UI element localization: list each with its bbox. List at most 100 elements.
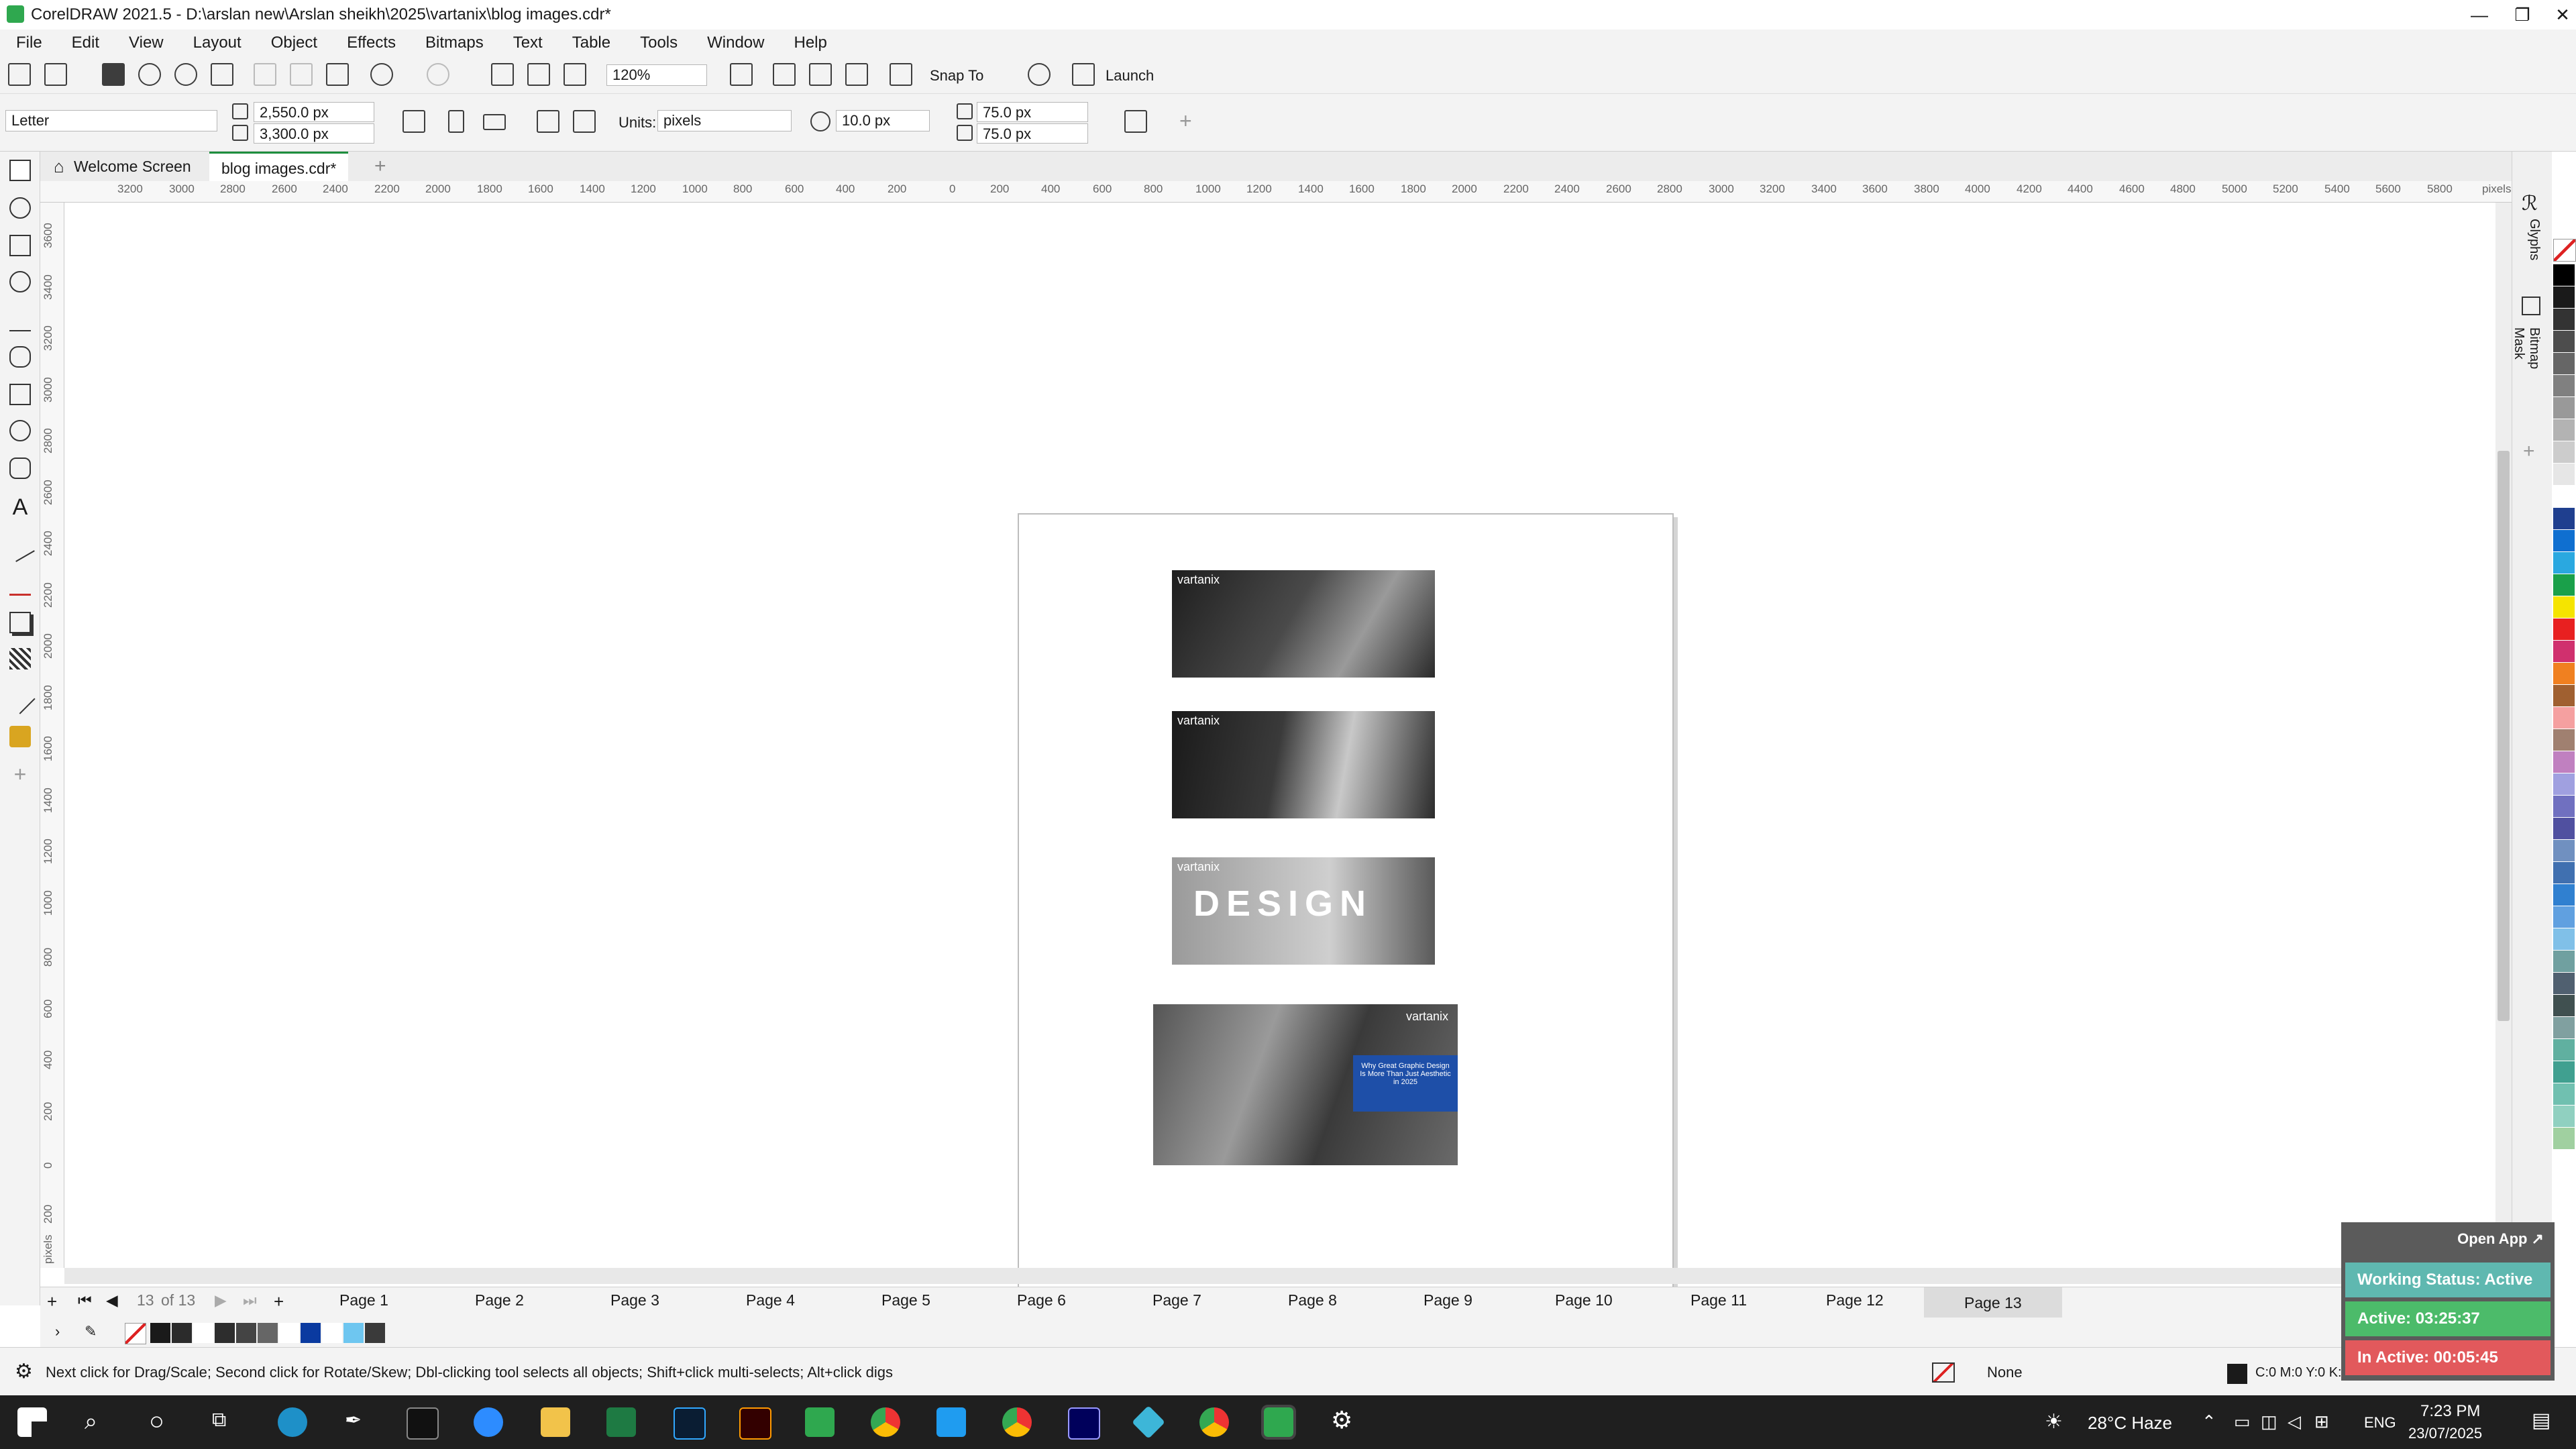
show-grid-icon[interactable]	[809, 63, 832, 86]
color-swatch[interactable]	[236, 1323, 256, 1343]
drawing-canvas[interactable]: vartanix vartanix vartanix DESIGN vartan…	[64, 203, 2496, 1363]
coreldraw-active-icon[interactable]	[1261, 1405, 1296, 1440]
color-swatch[interactable]	[193, 1323, 213, 1343]
page-height-field[interactable]: 3,300.0 px	[254, 123, 374, 144]
snap-to-dropdown[interactable]: Snap To	[930, 67, 983, 85]
palette-color-swatch[interactable]	[2553, 574, 2575, 596]
add-tool-plus-icon[interactable]: +	[9, 763, 31, 785]
connector-tool-icon[interactable]	[9, 574, 31, 596]
menu-effects[interactable]: Effects	[347, 34, 396, 52]
open-app-link[interactable]: Open App ↗	[2457, 1230, 2544, 1248]
menu-window[interactable]: Window	[707, 34, 764, 52]
palette-color-swatch[interactable]	[2553, 773, 2575, 795]
blog-image-4[interactable]: vartanix Why Great Graphic Design Is Mor…	[1153, 1004, 1458, 1165]
zoom-tool-icon[interactable]	[9, 271, 31, 292]
cortana-icon[interactable]: ○	[149, 1407, 164, 1436]
excel-icon[interactable]	[606, 1407, 636, 1437]
page-width-field[interactable]: 2,550.0 px	[254, 102, 374, 122]
palette-color-swatch[interactable]	[2553, 264, 2575, 286]
zoom-icon[interactable]	[474, 1407, 503, 1437]
palette-color-swatch[interactable]	[2553, 663, 2575, 684]
palette-color-swatch[interactable]	[2553, 375, 2575, 396]
minimize-button[interactable]: —	[2459, 1, 2500, 28]
palette-color-swatch[interactable]	[2553, 862, 2575, 883]
palette-color-swatch[interactable]	[2553, 707, 2575, 729]
no-color-swatch[interactable]	[125, 1323, 146, 1344]
palette-color-swatch[interactable]	[2553, 818, 2575, 839]
color-swatch[interactable]	[343, 1323, 364, 1343]
camera-icon[interactable]: ▭	[2234, 1411, 2251, 1432]
start-icon[interactable]	[17, 1407, 47, 1437]
page-tab-4[interactable]: Page 4	[746, 1291, 795, 1309]
status-gear-icon[interactable]: ⚙	[15, 1360, 33, 1383]
blog-image-2[interactable]: vartanix	[1172, 711, 1435, 818]
photoshop-icon[interactable]	[674, 1407, 706, 1440]
palette-color-swatch[interactable]	[2553, 1128, 2575, 1149]
task-view-icon[interactable]: ⧉	[212, 1409, 226, 1432]
options-gear-icon[interactable]	[1028, 63, 1051, 86]
illustrator-icon[interactable]	[739, 1407, 771, 1440]
redo-icon[interactable]	[427, 63, 449, 86]
text-tool-icon[interactable]: A	[9, 496, 31, 519]
pick-tool-icon[interactable]	[9, 160, 31, 181]
palette-color-swatch[interactable]	[2553, 906, 2575, 928]
blog-image-3[interactable]: vartanix DESIGN	[1172, 857, 1435, 965]
new-tab-plus-icon[interactable]: +	[362, 152, 398, 181]
vertical-scroll-thumb[interactable]	[2498, 451, 2510, 1021]
weather-text[interactable]: 28°C Haze	[2088, 1413, 2172, 1434]
docker-tab-glyphs[interactable]: Glyphs	[2526, 219, 2542, 260]
parallel-dimension-tool-icon[interactable]	[5, 533, 35, 562]
save-icon[interactable]	[102, 63, 125, 86]
palette-color-swatch[interactable]	[2553, 796, 2575, 817]
menu-bitmaps[interactable]: Bitmaps	[425, 34, 484, 52]
interactive-fill-tool-icon[interactable]	[9, 726, 31, 747]
menu-object[interactable]: Object	[271, 34, 317, 52]
palette-color-swatch[interactable]	[2553, 397, 2575, 419]
rectangle-tool-icon[interactable]	[9, 384, 31, 405]
premiere-icon[interactable]	[1068, 1407, 1100, 1440]
blog-image-1[interactable]: vartanix	[1172, 570, 1435, 678]
tab-blog-images[interactable]: blog images.cdr*	[209, 152, 349, 183]
coreldraw-taskbar-icon[interactable]	[805, 1407, 835, 1437]
volume-icon[interactable]: ◁	[2288, 1411, 2301, 1432]
vscode-icon[interactable]	[936, 1407, 966, 1437]
transparency-tool-icon[interactable]	[9, 648, 31, 669]
palette-color-swatch[interactable]	[2553, 353, 2575, 374]
menu-layout[interactable]: Layout	[193, 34, 241, 52]
outline-color-icon[interactable]	[2227, 1364, 2247, 1384]
palette-color-swatch[interactable]	[2553, 951, 2575, 972]
clock-time[interactable]: 7:23 PM	[2420, 1402, 2480, 1421]
palette-color-swatch[interactable]	[2553, 1106, 2575, 1127]
units-select[interactable]: pixels	[657, 110, 792, 131]
tray-chevron-icon[interactable]: ⌃	[2202, 1411, 2216, 1432]
palette-color-swatch[interactable]	[2553, 751, 2575, 773]
page-tab-8[interactable]: Page 8	[1288, 1291, 1337, 1309]
upload-icon[interactable]	[174, 63, 197, 86]
menu-text[interactable]: Text	[513, 34, 543, 52]
palette-color-swatch[interactable]	[2553, 884, 2575, 906]
treat-as-filled-icon[interactable]	[1124, 110, 1147, 133]
palette-color-swatch[interactable]	[2553, 641, 2575, 662]
fill-color-icon[interactable]	[1932, 1362, 1955, 1383]
page-tab-7[interactable]: Page 7	[1152, 1291, 1201, 1309]
cloud-icon[interactable]	[138, 63, 161, 86]
current-page-icon[interactable]	[573, 110, 596, 133]
all-pages-icon[interactable]	[537, 110, 559, 133]
copy-icon[interactable]	[290, 63, 313, 86]
chrome-profile-icon[interactable]	[1002, 1407, 1032, 1437]
page-tab-1[interactable]: Page 1	[339, 1291, 388, 1309]
palette-color-swatch[interactable]	[2553, 441, 2575, 463]
print-icon[interactable]	[211, 63, 233, 86]
palette-color-swatch[interactable]	[2553, 1061, 2575, 1083]
menu-table[interactable]: Table	[572, 34, 610, 52]
show-guidelines-icon[interactable]	[845, 63, 868, 86]
search-icon[interactable]: ⌕	[85, 1409, 97, 1435]
freehand-tool-icon[interactable]	[9, 310, 31, 331]
palette-color-swatch[interactable]	[2553, 619, 2575, 640]
palette-color-swatch[interactable]	[2553, 1083, 2575, 1105]
edge-icon[interactable]	[278, 1407, 307, 1437]
color-swatch[interactable]	[150, 1323, 170, 1343]
palette-color-swatch[interactable]	[2553, 685, 2575, 706]
maximize-button[interactable]: ❐	[2502, 1, 2542, 28]
tab-welcome-screen[interactable]: Welcome Screen	[62, 152, 203, 181]
